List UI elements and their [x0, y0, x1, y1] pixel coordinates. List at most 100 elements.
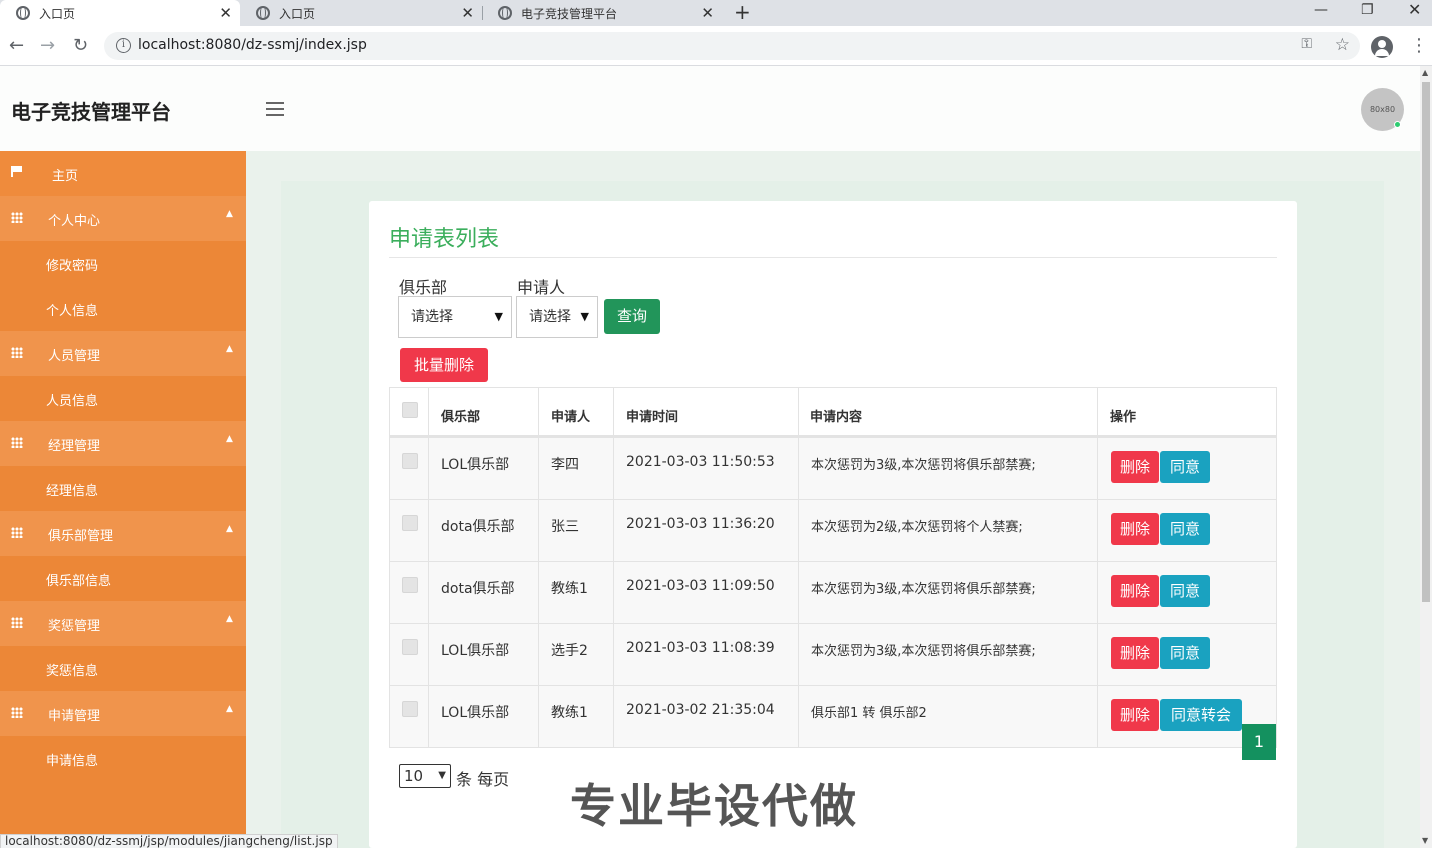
club-select[interactable]: 请选择 ▼: [398, 296, 512, 338]
back-icon[interactable]: ←: [9, 34, 24, 58]
page-size-label: 条 每页: [456, 770, 510, 789]
table-row: LOL俱乐部 李四 2021-03-03 11:50:53 本次惩罚为3级,本次…: [390, 437, 1276, 499]
sidebar-item-manager-info[interactable]: 经理信息: [0, 466, 246, 511]
sidebar-item-profile[interactable]: 个人信息: [0, 286, 246, 331]
caret-up-icon: ▲: [226, 344, 233, 354]
approve-button[interactable]: 同意: [1160, 451, 1210, 483]
approve-button[interactable]: 同意: [1160, 513, 1210, 545]
minimize-icon[interactable]: —: [1314, 0, 1328, 22]
column-divider: [428, 388, 429, 748]
table-row: dota俱乐部 张三 2021-03-03 11:36:20 本次惩罚为2级,本…: [390, 499, 1276, 561]
close-tab-icon[interactable]: ✕: [219, 4, 232, 22]
browser-tab[interactable]: 入口页 ✕: [240, 0, 482, 26]
table-row: LOL俱乐部 教练1 2021-03-02 21:35:04 俱乐部1 转 俱乐…: [390, 685, 1276, 747]
page-title: 申请表列表: [389, 227, 500, 252]
select-all-checkbox[interactable]: [402, 402, 418, 418]
row-checkbox[interactable]: [402, 701, 418, 717]
browser-tab[interactable]: 电子竞技管理平台 ✕: [482, 0, 722, 26]
status-url: localhost:8080/dz-ssmj/jsp/modules/jiang…: [0, 834, 338, 848]
column-divider: [798, 388, 799, 748]
table-row: LOL俱乐部 选手2 2021-03-03 11:08:39 本次惩罚为3级,本…: [390, 623, 1276, 685]
chevron-down-icon: ▼: [438, 770, 446, 781]
caret-up-icon: ▲: [226, 614, 233, 624]
close-tab-icon[interactable]: ✕: [461, 4, 474, 22]
restore-icon[interactable]: ❐: [1361, 0, 1374, 22]
avatar[interactable]: 80x80: [1361, 88, 1404, 131]
globe-icon: [498, 6, 512, 20]
sidebar-item-application-info[interactable]: 申请信息: [0, 736, 246, 781]
grid-icon: [11, 527, 23, 538]
delete-button[interactable]: 删除: [1111, 637, 1159, 669]
applicant-select[interactable]: 请选择 ▼: [516, 296, 598, 338]
chevron-down-icon: ▼: [580, 310, 589, 323]
approve-button[interactable]: 同意: [1160, 575, 1210, 607]
row-checkbox[interactable]: [402, 453, 418, 469]
account-icon[interactable]: [1371, 36, 1393, 58]
grid-icon: [11, 212, 23, 223]
sidebar-item-staff-info[interactable]: 人员信息: [0, 376, 246, 421]
chevron-down-icon: ▼: [494, 310, 503, 323]
sidebar-group-staff[interactable]: 人员管理 ▲: [0, 331, 246, 376]
sidebar-group-club[interactable]: 俱乐部管理 ▲: [0, 511, 246, 556]
vertical-scrollbar[interactable]: ▲ ▼: [1420, 66, 1432, 848]
column-divider: [1097, 388, 1098, 748]
more-menu-icon[interactable]: ⋮: [1410, 36, 1428, 56]
grid-icon: [11, 347, 23, 358]
forward-icon[interactable]: →: [40, 34, 55, 58]
reload-icon[interactable]: ↻: [73, 34, 88, 58]
scroll-down-icon[interactable]: ▼: [1422, 836, 1428, 845]
close-window-icon[interactable]: ✕: [1408, 0, 1421, 22]
web-page: 电子竞技管理平台 80x80 主页 个人中心 ▲ 修改密码 个人信息 人员管理 …: [0, 66, 1420, 848]
row-checkbox[interactable]: [402, 639, 418, 655]
delete-button[interactable]: 删除: [1111, 451, 1159, 483]
sidebar-group-reward[interactable]: 奖惩管理 ▲: [0, 601, 246, 646]
scrollbar-thumb[interactable]: [1422, 82, 1430, 602]
sidebar-group-personal[interactable]: 个人中心 ▲: [0, 196, 246, 241]
brand-title: 电子竞技管理平台: [11, 100, 171, 124]
caret-up-icon: ▲: [226, 524, 233, 534]
scroll-up-icon[interactable]: ▲: [1422, 68, 1428, 77]
approve-button[interactable]: 同意: [1160, 637, 1210, 669]
grid-icon: [11, 437, 23, 448]
row-checkbox[interactable]: [402, 515, 418, 531]
row-checkbox[interactable]: [402, 577, 418, 593]
page-button-1[interactable]: 1: [1242, 724, 1276, 760]
delete-button[interactable]: 删除: [1111, 699, 1159, 731]
sidebar-item-club-info[interactable]: 俱乐部信息: [0, 556, 246, 601]
globe-icon: [16, 6, 30, 20]
application-table: 俱乐部 申请人 申请时间 申请内容 操作 LOL俱乐部 李四 2021-03-0…: [389, 387, 1277, 748]
column-divider: [613, 388, 614, 748]
sidebar-item-change-password[interactable]: 修改密码: [0, 241, 246, 286]
delete-button[interactable]: 删除: [1111, 513, 1159, 545]
sidebar-group-application[interactable]: 申请管理 ▲: [0, 691, 246, 736]
close-tab-icon[interactable]: ✕: [701, 4, 714, 22]
info-icon[interactable]: i: [116, 38, 131, 53]
menu-toggle-icon[interactable]: [266, 102, 284, 116]
page-size-select[interactable]: 10 ▼: [399, 764, 451, 788]
new-tab-icon[interactable]: +: [734, 0, 751, 24]
applicant-filter-label: 申请人: [517, 278, 566, 297]
caret-up-icon: ▲: [226, 704, 233, 714]
globe-icon: [256, 6, 270, 20]
star-icon[interactable]: ☆: [1335, 35, 1350, 55]
watermark-text: 专业毕设代做: [570, 779, 858, 833]
approve-transfer-button[interactable]: 同意转会: [1160, 699, 1242, 731]
grid-icon: [11, 707, 23, 718]
browser-tab[interactable]: 入口页 ✕: [0, 0, 240, 26]
key-icon[interactable]: ⚿: [1301, 36, 1312, 52]
url-input[interactable]: i localhost:8080/dz-ssmj/index.jsp ⚿ ☆: [104, 32, 1360, 60]
sidebar-item-reward-info[interactable]: 奖惩信息: [0, 646, 246, 691]
caret-up-icon: ▲: [226, 209, 233, 219]
sidebar-item-home[interactable]: 主页: [0, 151, 246, 196]
browser-tab-bar: 入口页 ✕ 入口页 ✕ 电子竞技管理平台 ✕ + — ❐ ✕: [0, 0, 1432, 26]
table-header: 俱乐部 申请人 申请时间 申请内容 操作: [390, 388, 1276, 437]
sidebar-group-manager[interactable]: 经理管理 ▲: [0, 421, 246, 466]
delete-button[interactable]: 删除: [1111, 575, 1159, 607]
url-text[interactable]: localhost:8080/dz-ssmj/index.jsp: [138, 37, 367, 53]
column-divider: [538, 388, 539, 748]
list-card: 申请表列表 俱乐部 请选择 ▼ 申请人 请选择 ▼ 查询 批量删除 俱乐部 申请…: [369, 201, 1297, 848]
online-status-icon: [1394, 121, 1401, 128]
search-button[interactable]: 查询: [604, 299, 660, 334]
club-filter-label: 俱乐部: [399, 278, 448, 297]
batch-delete-button[interactable]: 批量删除: [400, 348, 488, 382]
